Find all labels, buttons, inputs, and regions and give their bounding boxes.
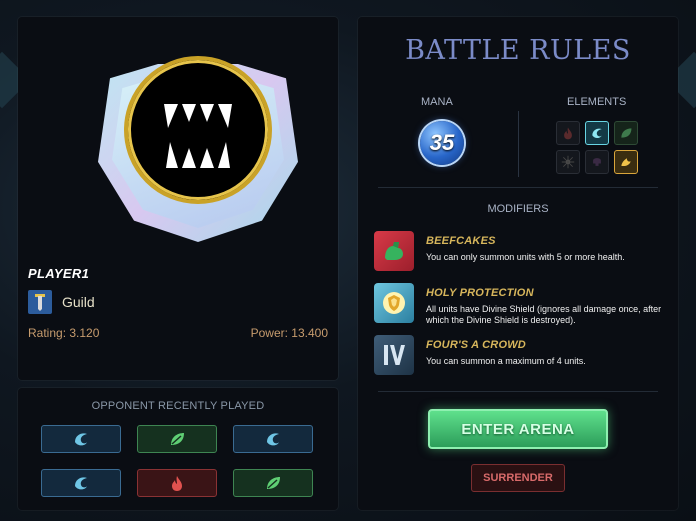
divider (518, 111, 519, 177)
modifier-name: BEEFCAKES (426, 235, 496, 247)
divider (378, 187, 658, 188)
opponent-element-water (233, 425, 313, 453)
element-dragon-icon (614, 150, 638, 174)
modifier-description: You can summon a maximum of 4 units. (426, 356, 586, 366)
guild-banner-icon (28, 290, 52, 314)
element-fire-icon (556, 121, 580, 145)
elements-grid (556, 121, 638, 174)
modifier-row[interactable]: HOLY PROTECTION All units have Divine Sh… (374, 283, 664, 326)
elements-label: ELEMENTS (567, 96, 627, 108)
element-death-icon (585, 150, 609, 174)
roman-four-icon (374, 335, 414, 375)
water-icon (267, 433, 279, 446)
opponent-element-earth (137, 425, 217, 453)
element-water-icon (585, 121, 609, 145)
element-life-icon (556, 150, 580, 174)
modifiers-label: MODIFIERS (487, 203, 549, 215)
modifier-name: HOLY PROTECTION (426, 287, 534, 299)
earth-icon (267, 477, 280, 489)
water-icon (75, 477, 87, 490)
mana-orb: 35 (420, 121, 464, 165)
flexing-arm-icon (374, 231, 414, 271)
guild-row[interactable]: Guild (28, 290, 95, 314)
modifier-description: All units have Divine Shield (ignores al… (426, 304, 662, 325)
player-name: PLAYER1 (28, 266, 90, 281)
fangs-icon (124, 56, 272, 204)
opponent-recent-title: OPPONENT RECENTLY PLAYED (91, 400, 265, 412)
opponent-recent-grid (41, 425, 313, 497)
modifier-row[interactable]: FOUR'S A CROWD You can summon a maximum … (374, 335, 664, 375)
modifier-text: BEEFCAKES You can only summon units with… (426, 231, 625, 263)
opponent-element-water (41, 469, 121, 497)
divine-shield-icon (374, 283, 414, 323)
avatar (98, 42, 298, 242)
surrender-button[interactable]: SURRENDER (471, 464, 565, 492)
mana-label: MANA (421, 96, 453, 108)
water-icon (75, 433, 87, 446)
modifier-row[interactable]: BEEFCAKES You can only summon units with… (374, 231, 664, 271)
opponent-element-water (41, 425, 121, 453)
element-earth-icon (614, 121, 638, 145)
fangs-svg (164, 104, 232, 168)
battle-rules-panel: BATTLE RULES MANA 35 ELEMENTS MODIFIERS (358, 17, 678, 510)
earth-icon (171, 433, 184, 445)
opponent-recent-panel: OPPONENT RECENTLY PLAYED (18, 388, 338, 510)
fire-icon (172, 476, 182, 491)
guild-name: Guild (62, 294, 95, 310)
modifier-text: HOLY PROTECTION All units have Divine Sh… (426, 283, 664, 326)
modifier-name: FOUR'S A CROWD (426, 339, 526, 351)
enter-arena-button[interactable]: ENTER ARENA (428, 409, 608, 449)
battle-rules-title: BATTLE RULES (405, 35, 631, 66)
opponent-element-fire (137, 469, 217, 497)
player-profile-panel: PLAYER1 Guild Rating: 3.120 Power: 13.40… (18, 17, 338, 380)
modifier-description: You can only summon units with 5 or more… (426, 252, 625, 262)
player-rating: Rating: 3.120 (28, 326, 100, 340)
player-power: Power: 13.400 (250, 326, 328, 340)
modifier-text: FOUR'S A CROWD You can summon a maximum … (426, 335, 586, 367)
opponent-element-earth (233, 469, 313, 497)
divider (378, 391, 658, 392)
